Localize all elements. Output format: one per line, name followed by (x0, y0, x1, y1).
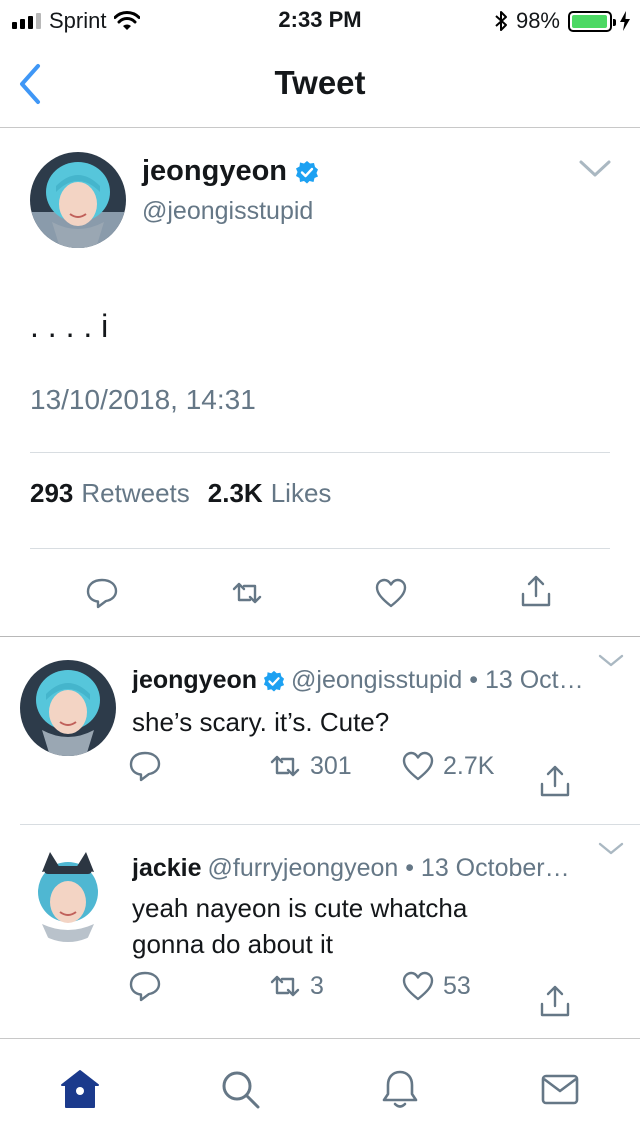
heart-icon[interactable] (401, 749, 435, 783)
reply-icon[interactable] (85, 576, 119, 610)
retweet-group[interactable]: 301 (268, 749, 352, 783)
author-name[interactable]: jeongyeon (142, 155, 287, 188)
tweet-timestamp: 13/10/2018, 14:31 (30, 384, 256, 415)
reply-meta: @jeongisstupid • 13 Oct… (291, 666, 584, 694)
avatar[interactable] (30, 152, 126, 248)
status-right: 98% (494, 8, 630, 34)
like-count: 53 (443, 971, 471, 1000)
author-handle[interactable]: @jeongisstupid (142, 197, 313, 226)
reply-text: yeah nayeon is cute whatcha gonna do abo… (132, 890, 602, 962)
like-group[interactable]: 53 (401, 969, 471, 1003)
retweet-count: 3 (310, 971, 324, 1000)
retweet-count[interactable]: 293 (30, 478, 73, 509)
like-count[interactable]: 2.3K (208, 478, 263, 509)
bluetooth-icon (495, 11, 507, 31)
reply-icon[interactable] (128, 749, 162, 783)
retweet-icon[interactable] (230, 576, 264, 610)
verified-badge-icon (296, 160, 319, 183)
battery-percent: 98% (515, 8, 560, 33)
retweet-icon[interactable] (268, 969, 302, 1003)
retweet-count: 301 (310, 751, 352, 780)
section-divider (0, 636, 640, 637)
reply-author-name[interactable]: jackie (132, 854, 202, 883)
notifications-icon[interactable] (378, 1067, 422, 1111)
reply-author-name[interactable]: jeongyeon (132, 666, 257, 695)
page-title: Tweet (274, 64, 366, 101)
chevron-down-icon[interactable] (598, 654, 624, 668)
like-group[interactable]: 2.7K (401, 749, 494, 783)
divider (30, 548, 610, 549)
retweet-group[interactable]: 3 (268, 969, 324, 1003)
reply-header: jackie @furryjeongyeon • 13 October… (132, 854, 602, 883)
reply-text-line: yeah nayeon is cute whatcha (132, 893, 468, 923)
like-label[interactable]: Likes (271, 478, 332, 509)
heart-icon[interactable] (401, 969, 435, 1003)
share-icon[interactable] (519, 574, 553, 608)
messages-icon[interactable] (538, 1067, 582, 1111)
reply-text-line: gonna do about it (132, 929, 333, 959)
reply-header: jeongyeon @jeongisstupid • 13 Oct… (132, 666, 602, 695)
reply-meta: @furryjeongyeon • 13 October… (207, 854, 570, 882)
avatar[interactable] (20, 846, 116, 942)
tab-bar (0, 1038, 640, 1136)
charging-bolt-icon (620, 11, 630, 31)
like-count: 2.7K (443, 751, 495, 780)
divider (20, 824, 640, 825)
reply-text: she’s scary. it’s. Cute? (132, 707, 390, 737)
share-icon[interactable] (538, 984, 572, 1018)
tweet-text: . . . . i (30, 308, 109, 344)
author-name-line: jeongyeon (142, 155, 319, 188)
search-icon[interactable] (218, 1067, 262, 1111)
chevron-down-icon[interactable] (598, 842, 624, 856)
share-icon[interactable] (538, 764, 572, 798)
reply-icon[interactable] (128, 969, 162, 1003)
heart-icon[interactable] (374, 576, 408, 610)
chevron-down-icon[interactable] (578, 158, 612, 180)
status-bar: Sprint 2:33 PM 98% (0, 0, 640, 40)
battery-icon (568, 10, 616, 32)
avatar[interactable] (20, 660, 116, 756)
retweet-icon[interactable] (268, 749, 302, 783)
home-icon[interactable] (58, 1067, 102, 1111)
nav-bar: Tweet (0, 40, 640, 128)
tweet-stats: 293 Retweets 2.3K Likes (30, 478, 341, 509)
divider (30, 452, 610, 453)
verified-badge-icon (263, 670, 285, 692)
retweet-label[interactable]: Retweets (81, 478, 189, 509)
